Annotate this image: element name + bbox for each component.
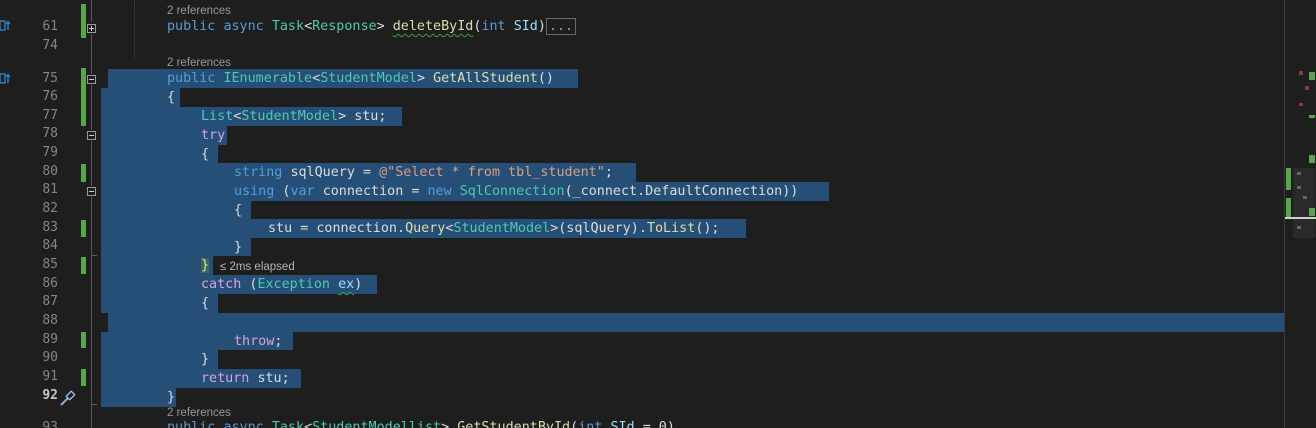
line-number: 75 — [42, 71, 58, 86]
outline-line — [91, 0, 92, 22]
line-number: 85 — [42, 257, 58, 272]
overview-mark — [1299, 71, 1303, 75]
codelens-references[interactable]: 2 references — [167, 4, 231, 18]
overview-mark — [1305, 86, 1309, 90]
code-editor[interactable]: 61 74 75 76 77 78 79 80 81 82 83 84 85 8… — [0, 0, 1284, 428]
line-number: 88 — [42, 313, 58, 328]
line-number: 61 — [42, 19, 58, 34]
outline-end — [91, 255, 97, 256]
overview-mark — [1286, 198, 1291, 218]
codelens-references[interactable]: 2 references — [167, 56, 231, 70]
overview-mark — [1309, 208, 1315, 216]
vertical-scrollbar[interactable] — [1284, 0, 1316, 428]
selection — [108, 313, 1284, 332]
line-number: 90 — [42, 350, 58, 365]
code-line-86[interactable]: catch (Exception ex) — [201, 275, 362, 294]
line-number-current: 92 — [42, 388, 58, 403]
overview-mark — [1303, 196, 1307, 199]
code-line-80[interactable]: string sqlQuery = @"Select * from tbl_st… — [234, 163, 613, 182]
selection — [101, 388, 176, 407]
line-number: 78 — [42, 126, 58, 141]
change-marker — [81, 369, 86, 386]
overview-mark — [1297, 172, 1301, 175]
overview-mark — [1309, 115, 1315, 118]
code-line-77[interactable]: List<StudentModel> stu; — [201, 107, 386, 126]
change-marker — [81, 164, 86, 182]
indent-guide — [134, 0, 135, 60]
code-line-75[interactable]: public IEnumerable<StudentModel> GetAllS… — [167, 69, 554, 88]
line-number: 93 — [42, 420, 58, 428]
line-number: 81 — [42, 182, 58, 197]
code-line-61[interactable]: public async Task<Response> deleteById(i… — [167, 17, 577, 36]
code-line-85[interactable]: } — [201, 256, 210, 275]
overview-mark — [1297, 226, 1301, 229]
overview-mark — [1309, 155, 1315, 163]
code-line-82[interactable]: { — [234, 201, 242, 220]
change-marker — [81, 4, 86, 38]
line-number: 87 — [42, 294, 58, 309]
line-number: 83 — [42, 220, 58, 235]
overview-mark — [1286, 168, 1291, 190]
outline-line — [91, 34, 92, 74]
line-number: 86 — [42, 276, 58, 291]
code-line-79[interactable]: { — [201, 145, 209, 164]
expand-region-icon[interactable] — [87, 24, 96, 33]
collapse-region-icon[interactable] — [87, 131, 96, 140]
code-line-93[interactable]: public async Task<StudentModellist> GetS… — [167, 418, 675, 428]
outline-end — [91, 404, 97, 405]
collapsed-region-indicator[interactable]: ... — [545, 18, 577, 35]
line-number: 74 — [42, 38, 58, 53]
selection — [101, 256, 213, 275]
caret-position-mark — [1285, 217, 1316, 219]
perf-tip[interactable]: ≤ 2ms elapsed — [220, 260, 295, 274]
outline-line — [91, 197, 92, 428]
code-line-76[interactable]: { — [167, 88, 175, 107]
line-number: 77 — [42, 108, 58, 123]
line-number: 80 — [42, 164, 58, 179]
selection — [101, 201, 251, 220]
code-line-83[interactable]: stu = connection.Query<StudentModel>(sql… — [268, 219, 720, 238]
overview-mark — [1297, 186, 1301, 189]
change-marker — [81, 257, 86, 274]
line-number: 79 — [42, 145, 58, 160]
overview-mark — [1299, 103, 1303, 106]
code-line-84[interactable]: } — [234, 238, 242, 257]
code-line-89[interactable]: throw; — [234, 332, 282, 351]
line-number: 89 — [42, 332, 58, 347]
change-marker — [81, 68, 86, 126]
code-line-90[interactable]: } — [201, 350, 209, 369]
line-number: 84 — [42, 238, 58, 253]
change-marker — [81, 332, 86, 348]
line-number: 91 — [42, 369, 58, 384]
collapse-region-icon[interactable] — [87, 75, 96, 84]
code-line-92[interactable]: } — [167, 388, 175, 407]
code-line-91[interactable]: return stu; — [201, 369, 290, 388]
change-marker — [81, 220, 86, 237]
outline-line — [91, 85, 92, 130]
overview-mark — [1309, 72, 1315, 80]
selection — [101, 238, 251, 256]
collapse-region-icon[interactable] — [87, 187, 96, 196]
code-line-78[interactable]: try — [201, 126, 225, 145]
outline-line — [91, 141, 92, 186]
screwdriver-icon[interactable] — [59, 389, 77, 407]
line-number: 76 — [42, 89, 58, 104]
line-number: 82 — [42, 201, 58, 216]
code-line-81[interactable]: using (var connection = new SqlConnectio… — [234, 182, 798, 201]
code-line-87[interactable]: { — [201, 294, 209, 313]
